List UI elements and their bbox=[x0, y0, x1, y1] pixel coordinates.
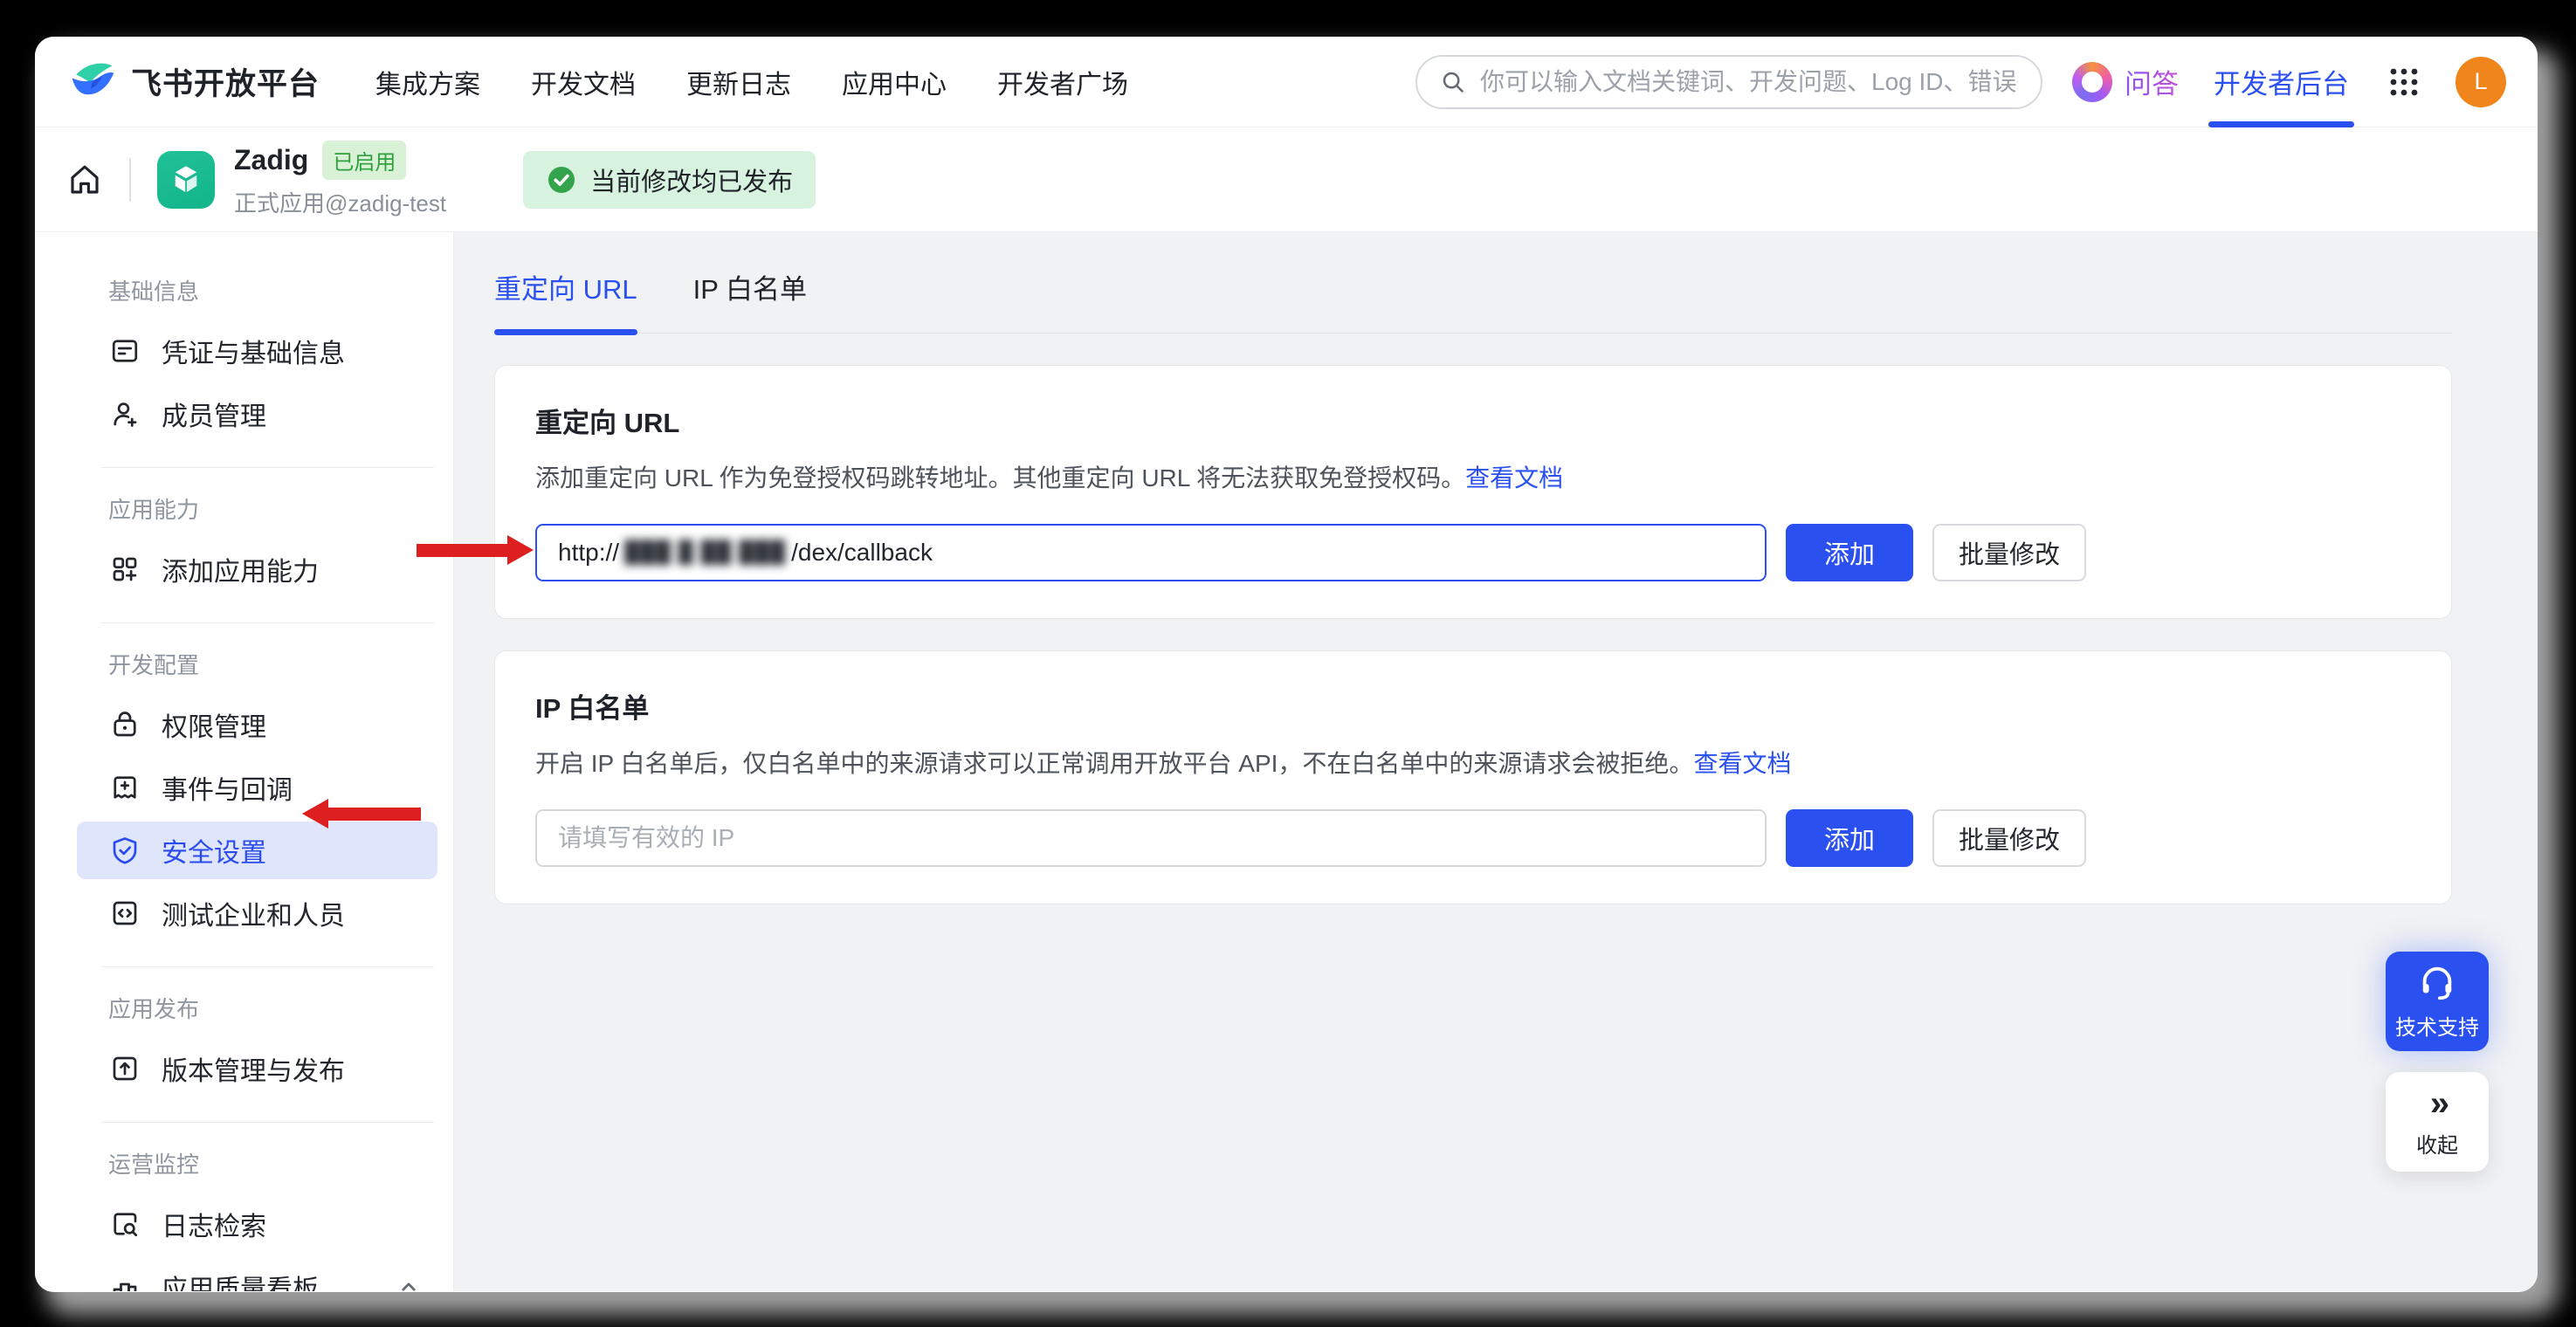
sidebar-item-version-release[interactable]: 版本管理与发布 bbox=[77, 1040, 437, 1097]
section-app-release: 应用发布 bbox=[35, 992, 453, 1024]
qa-link[interactable]: 问答 bbox=[2072, 62, 2179, 102]
tech-support-button[interactable]: 技术支持 bbox=[2386, 952, 2489, 1051]
nav-item-docs[interactable]: 开发文档 bbox=[531, 63, 636, 101]
batch-edit-ip-button[interactable]: 批量修改 bbox=[1932, 809, 2086, 867]
nav-item-dev-plaza[interactable]: 开发者广场 bbox=[997, 63, 1128, 101]
app-meta: Zadig 已启用 正式应用@zadig-test bbox=[234, 141, 446, 218]
divider bbox=[101, 1122, 434, 1123]
sidebar-item-test-enterprise[interactable]: 测试企业和人员 bbox=[77, 884, 437, 942]
section-capabilities: 应用能力 bbox=[35, 492, 453, 525]
feishu-bird-icon bbox=[68, 58, 117, 107]
qa-ring-icon bbox=[2072, 62, 2112, 102]
main-content: 重定向 URL IP 白名单 重定向 URL 添加重定向 URL 作为免登授权码… bbox=[454, 232, 2538, 1291]
card-description: 添加重定向 URL 作为免登授权码跳转地址。其他重定向 URL 将无法获取免登授… bbox=[535, 459, 2411, 494]
sidebar-item-permissions[interactable]: 权限管理 bbox=[77, 696, 437, 753]
divider bbox=[101, 467, 434, 468]
user-avatar[interactable]: L bbox=[2455, 57, 2506, 107]
search-input[interactable] bbox=[1480, 68, 2018, 96]
log-search-icon bbox=[108, 1208, 141, 1240]
ip-whitelist-row: 添加 批量修改 bbox=[535, 809, 2411, 867]
divider bbox=[101, 622, 434, 623]
member-plus-icon bbox=[108, 398, 141, 430]
card-description: 开启 IP 白名单后，仅白名单中的来源请求可以正常调用开放平台 API，不在白名… bbox=[535, 745, 2411, 780]
redirect-url-input[interactable]: http://███ █ ██ ███/dex/callback bbox=[535, 524, 1767, 581]
apps-grid-icon[interactable] bbox=[2387, 65, 2421, 99]
app-name: Zadig bbox=[234, 144, 308, 176]
shield-check-icon bbox=[108, 835, 141, 866]
qa-label: 问答 bbox=[2125, 62, 2179, 101]
feishu-logo[interactable]: 飞书开放平台 bbox=[68, 58, 320, 107]
card-title: IP 白名单 bbox=[535, 686, 2411, 725]
status-badge: 已启用 bbox=[322, 141, 406, 180]
section-dev-config: 开发配置 bbox=[35, 648, 453, 680]
sidebar-item-security-settings[interactable]: 安全设置 bbox=[77, 822, 437, 879]
app-logo-icon bbox=[157, 151, 215, 209]
top-navigation: 飞书开放平台 集成方案 开发文档 更新日志 应用中心 开发者广场 问答 开发者后… bbox=[35, 37, 2538, 127]
sidebar-item-log-search[interactable]: 日志检索 bbox=[77, 1195, 437, 1253]
home-button[interactable] bbox=[66, 162, 103, 198]
browser-window: 飞书开放平台 集成方案 开发文档 更新日志 应用中心 开发者广场 问答 开发者后… bbox=[35, 37, 2538, 1292]
code-box-icon bbox=[108, 897, 141, 929]
collapse-button[interactable]: » 收起 bbox=[2386, 1072, 2489, 1172]
sidebar-item-quality-dashboard[interactable]: 应用质量看板 bbox=[77, 1258, 437, 1291]
bar-chart-icon bbox=[108, 1271, 141, 1291]
headset-icon bbox=[2417, 963, 2457, 1003]
app-subtitle: 正式应用@zadig-test bbox=[234, 186, 446, 218]
add-redirect-url-button[interactable]: 添加 bbox=[1786, 524, 1913, 581]
ip-input[interactable] bbox=[535, 809, 1767, 867]
brand-name: 飞书开放平台 bbox=[131, 59, 320, 104]
lock-icon bbox=[108, 709, 141, 740]
publish-up-icon bbox=[108, 1053, 141, 1084]
card-title: 重定向 URL bbox=[535, 401, 2411, 440]
doc-link[interactable]: 查看文档 bbox=[1465, 464, 1563, 492]
nav-item-app-center[interactable]: 应用中心 bbox=[842, 63, 947, 101]
app-header: Zadig 已启用 正式应用@zadig-test 当前修改均已发布 bbox=[35, 127, 2538, 232]
global-search[interactable] bbox=[1415, 55, 2042, 109]
sidebar-item-events[interactable]: 事件与回调 bbox=[77, 759, 437, 816]
developer-console-link[interactable]: 开发者后台 bbox=[2214, 37, 2349, 127]
ip-whitelist-card: IP 白名单 开启 IP 白名单后，仅白名单中的来源请求可以正常调用开放平台 A… bbox=[494, 650, 2452, 904]
redirect-url-card: 重定向 URL 添加重定向 URL 作为免登授权码跳转地址。其他重定向 URL … bbox=[494, 365, 2452, 619]
tab-bar: 重定向 URL IP 白名单 bbox=[494, 267, 2452, 333]
section-basic-info: 基础信息 bbox=[35, 274, 453, 306]
sidebar: 基础信息 凭证与基础信息 成员管理 应用能力 bbox=[35, 232, 454, 1291]
redirect-url-row: http://███ █ ██ ███/dex/callback 添加 批量修改 bbox=[535, 524, 2411, 581]
publish-status-pill: 当前修改均已发布 bbox=[523, 151, 816, 209]
credential-card-icon bbox=[108, 335, 141, 367]
chevron-up-icon[interactable] bbox=[396, 1274, 422, 1291]
doc-link[interactable]: 查看文档 bbox=[1693, 750, 1791, 777]
add-ip-button[interactable]: 添加 bbox=[1786, 809, 1913, 867]
nav-item-changelog[interactable]: 更新日志 bbox=[686, 63, 791, 101]
sidebar-item-members[interactable]: 成员管理 bbox=[77, 385, 437, 443]
tab-ip-whitelist[interactable]: IP 白名单 bbox=[693, 267, 807, 333]
sidebar-item-credentials[interactable]: 凭证与基础信息 bbox=[77, 322, 437, 380]
tab-redirect-url[interactable]: 重定向 URL bbox=[494, 267, 637, 333]
section-ops-monitoring: 运营监控 bbox=[35, 1147, 453, 1179]
divider bbox=[129, 158, 131, 202]
divider bbox=[101, 966, 434, 967]
primary-nav: 集成方案 开发文档 更新日志 应用中心 开发者广场 bbox=[375, 63, 1128, 101]
sidebar-item-add-capability[interactable]: 添加应用能力 bbox=[77, 540, 437, 598]
capability-grid-plus-icon bbox=[108, 553, 141, 585]
masked-host-segment: ███ █ ██ ███ bbox=[624, 540, 786, 565]
batch-edit-redirect-button[interactable]: 批量修改 bbox=[1932, 524, 2086, 581]
home-icon bbox=[66, 162, 103, 198]
check-circle-icon bbox=[546, 164, 577, 196]
nav-item-integrations[interactable]: 集成方案 bbox=[375, 63, 480, 101]
event-callback-icon bbox=[108, 772, 141, 803]
search-icon bbox=[1440, 69, 1466, 95]
double-chevron-right-icon: » bbox=[2430, 1086, 2444, 1121]
